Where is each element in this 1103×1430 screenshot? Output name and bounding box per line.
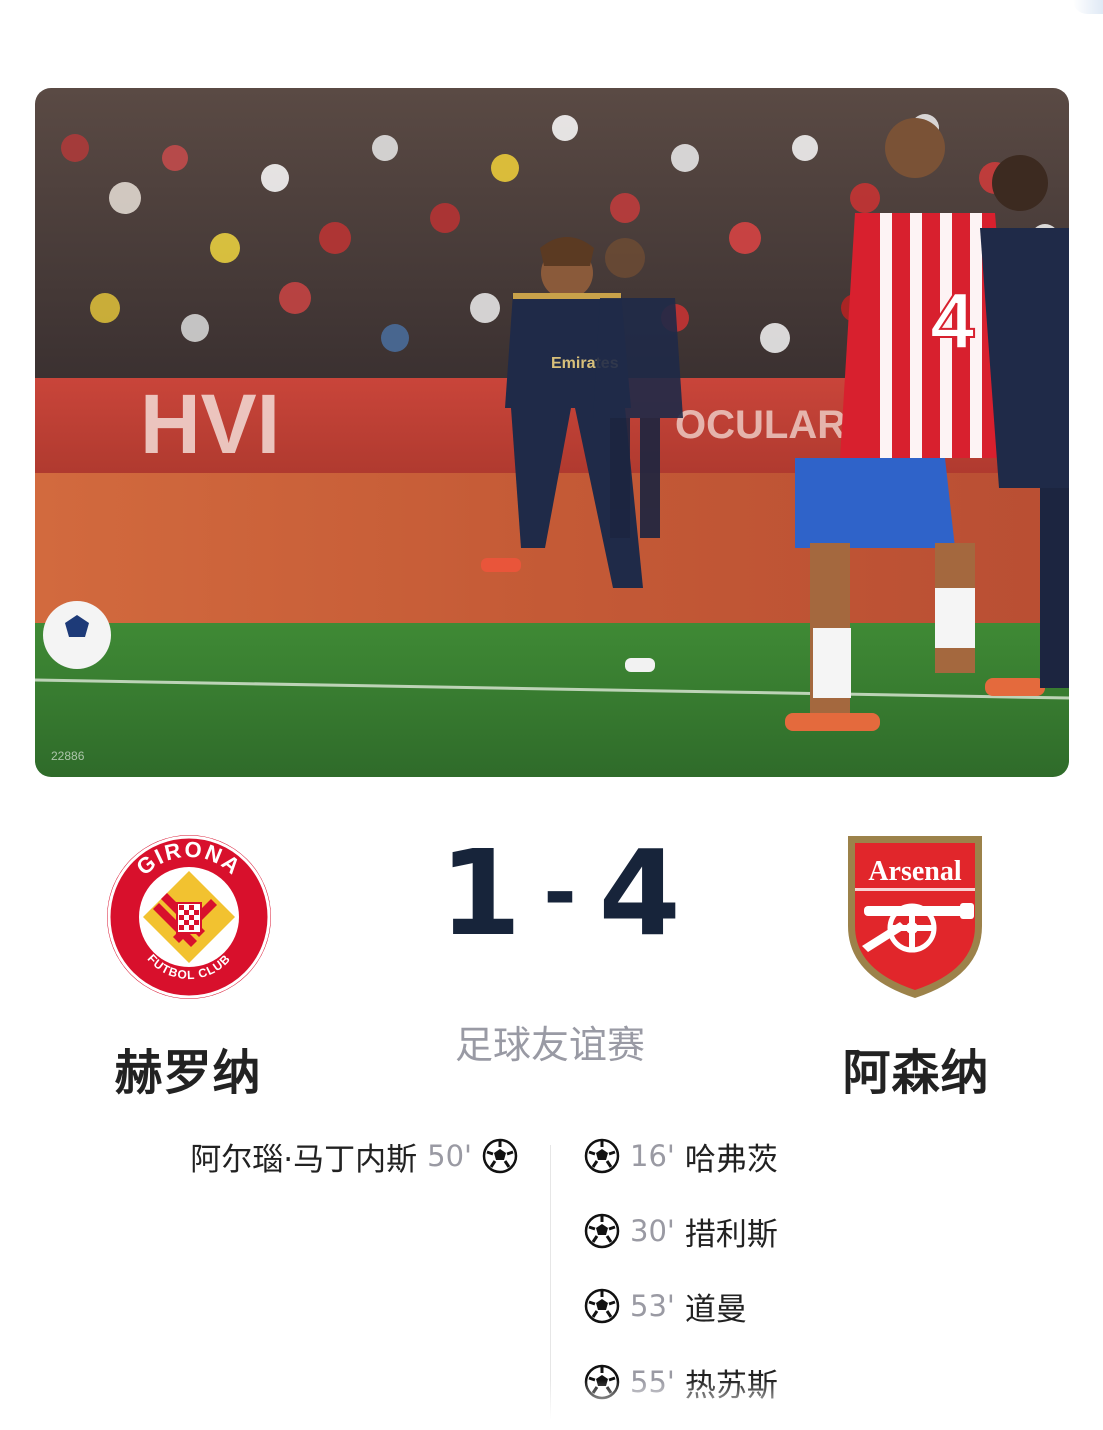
away-team-name[interactable]: 阿森纳 <box>796 1033 1036 1103</box>
soccer-ball-icon <box>584 1138 620 1174</box>
away-team-crest[interactable]: Arsenal <box>842 830 988 1002</box>
top-corner-accent <box>1073 0 1103 14</box>
goal-minute: 53' <box>630 1289 675 1323</box>
away-goal-event: 16' 哈弗茨 <box>584 1134 778 1178</box>
goal-minute: 30' <box>630 1214 675 1248</box>
goal-minute: 16' <box>630 1139 675 1173</box>
competition-label: 足球友谊赛 <box>454 1023 645 1067</box>
home-goal-event: 阿尔瑙·马丁内斯 50' <box>190 1134 518 1178</box>
away-goal-event: 53' 道曼 <box>584 1284 747 1328</box>
goal-scorer: 阿尔瑙·马丁内斯 <box>190 1141 418 1178</box>
goal-scorer: 道曼 <box>684 1291 747 1328</box>
score-separator: - <box>543 845 577 939</box>
crest-wordmark: Arsenal <box>868 856 962 887</box>
home-team-crest[interactable]: GIRONA FUTBOL CLUB <box>105 833 273 1001</box>
home-score: 1 <box>439 823 522 962</box>
svg-text:HVI: HVI <box>140 377 280 471</box>
bottom-fade-overlay <box>0 1380 1103 1430</box>
away-score: 4 <box>598 823 681 962</box>
goal-scorer: 哈弗茨 <box>684 1141 778 1178</box>
soccer-ball-icon <box>584 1213 620 1249</box>
goal-minute: 50' <box>427 1139 472 1173</box>
photo-watermark-id: 22886 <box>51 749 85 763</box>
home-team-name[interactable]: 赫罗纳 <box>68 1033 308 1103</box>
svg-text:OCULAR: OCULAR <box>675 403 846 447</box>
soccer-ball-icon <box>482 1138 518 1174</box>
arsenal-crest-icon: Arsenal <box>848 836 982 998</box>
match-photo-illustration: HVI OCULAR Emirates 4 <box>35 88 1069 777</box>
goal-scorer: 措利斯 <box>684 1216 778 1253</box>
match-photo[interactable]: HVI OCULAR Emirates 4 22886 <box>35 88 1069 777</box>
away-goal-event: 30' 措利斯 <box>584 1209 778 1253</box>
soccer-ball-icon <box>584 1288 620 1324</box>
goals-divider <box>550 1145 551 1420</box>
girona-crest-icon: GIRONA FUTBOL CLUB <box>107 835 271 999</box>
scoreboard: 1 - 4 <box>439 823 681 962</box>
svg-text:4: 4 <box>930 276 975 365</box>
